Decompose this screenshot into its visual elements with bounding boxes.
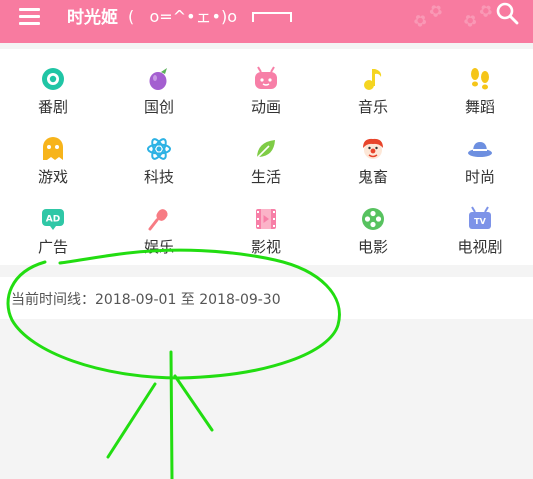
svg-text:AD: AD (46, 215, 60, 225)
music-note-icon (364, 69, 382, 90)
category-item[interactable]: TV 电视剧 (427, 206, 533, 257)
category-item[interactable]: 时尚 (427, 136, 533, 187)
timeline-text: 当前时间线：2018-09-01 至 2018-09-30 (11, 292, 281, 308)
category-label: 鬼畜 (357, 168, 388, 186)
atom-icon (147, 138, 171, 160)
category-label: 生活 (250, 168, 281, 186)
category-label: 时尚 (464, 168, 495, 186)
menu-icon[interactable] (19, 6, 43, 26)
category-label: 舞蹈 (464, 98, 495, 116)
category-item[interactable]: 舞蹈 (427, 66, 533, 117)
category-label: 国创 (143, 98, 174, 116)
category-label: 游戏 (37, 168, 68, 186)
leaf-icon (256, 140, 275, 159)
tv-icon: TV (469, 206, 491, 229)
watermark-decoration: ✿ ✿ (409, 0, 447, 33)
category-item[interactable]: 游戏 (0, 136, 106, 187)
svg-text:TV: TV (474, 217, 486, 226)
bracket-decoration (252, 12, 292, 22)
eggplant-icon (149, 68, 167, 90)
category-label: 科技 (143, 168, 174, 186)
ad-badge-icon: AD (42, 209, 64, 230)
category-item[interactable]: 影视 (213, 206, 319, 257)
category-item[interactable]: 科技 (106, 136, 212, 187)
category-label: 广告 (37, 238, 68, 256)
category-item[interactable]: AD 广告 (0, 206, 106, 257)
annotation-arrow (106, 350, 214, 479)
category-grid: 番剧 国创 动画 音乐 舞蹈 游戏 科技 生活 鬼畜 时尚 AD 广告 娱乐 影… (0, 49, 533, 265)
category-item[interactable]: 番剧 (0, 66, 106, 117)
category-label: 动画 (250, 98, 281, 116)
ghost-icon (43, 137, 63, 160)
category-item[interactable]: 音乐 (320, 66, 426, 117)
category-item[interactable]: 国创 (106, 66, 212, 117)
hat-icon (468, 142, 492, 157)
timeline-strip: 当前时间线：2018-09-01 至 2018-09-30 (0, 277, 533, 319)
category-item[interactable]: 鬼畜 (320, 136, 426, 187)
footprints-icon (471, 68, 489, 90)
category-item[interactable]: 娱乐 (106, 206, 212, 257)
category-item[interactable]: 电影 (320, 206, 426, 257)
film-icon (256, 209, 276, 229)
search-icon[interactable] (494, 0, 522, 28)
category-item[interactable]: 生活 (213, 136, 319, 187)
category-item[interactable]: 动画 (213, 66, 319, 117)
category-label: 音乐 (357, 98, 388, 116)
clown-icon (363, 138, 383, 159)
category-label: 电影 (357, 238, 388, 256)
microphone-icon (148, 209, 168, 231)
category-label: 番剧 (37, 98, 68, 116)
category-label: 娱乐 (143, 238, 174, 256)
app-header: 时光姬 ( o=^•ェ•)o ✿ ✿ ✿ ✿ (0, 0, 533, 43)
category-label: 影视 (250, 238, 281, 256)
watermark-decoration: ✿ ✿ (459, 0, 497, 33)
film-reel-icon (362, 208, 384, 230)
tv-face-icon (255, 66, 277, 89)
category-label: 电视剧 (457, 238, 503, 256)
anime-disc-icon (42, 68, 64, 90)
title-kaomoji: ( o=^•ェ•)o (128, 7, 238, 26)
page-title: 时光姬 (67, 8, 118, 28)
